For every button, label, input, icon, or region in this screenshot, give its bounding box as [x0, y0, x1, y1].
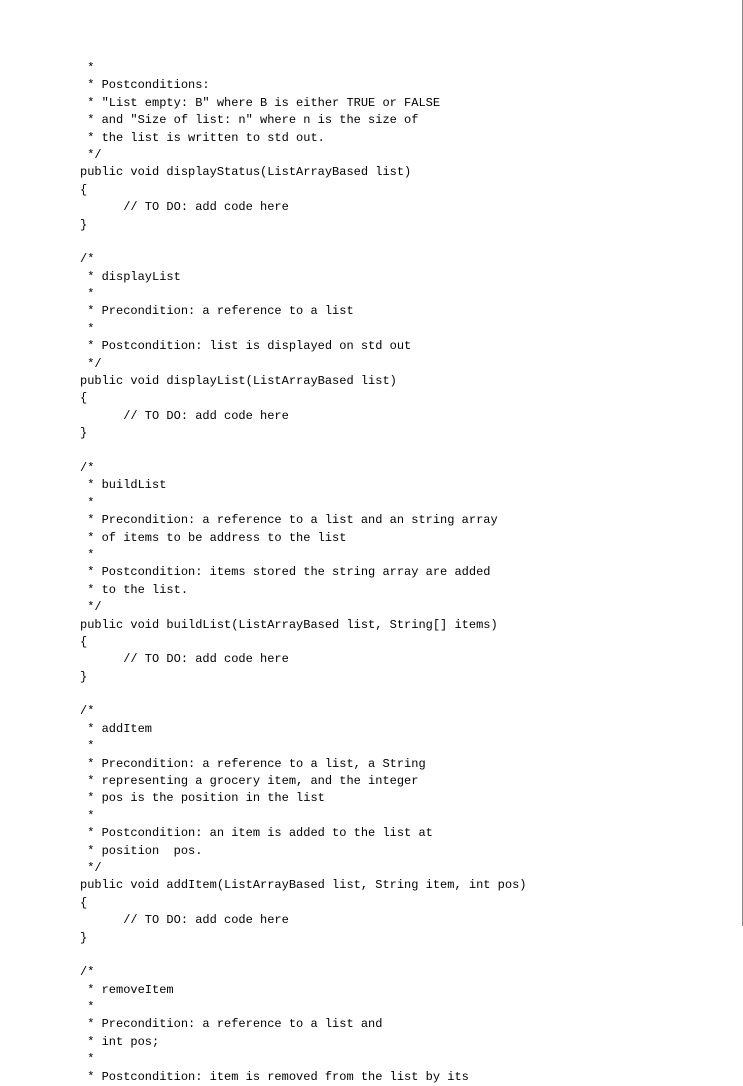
document-page: * * Postconditions: * "List empty: B" wh… [0, 0, 743, 926]
code-block: * * Postconditions: * "List empty: B" wh… [80, 60, 662, 1086]
